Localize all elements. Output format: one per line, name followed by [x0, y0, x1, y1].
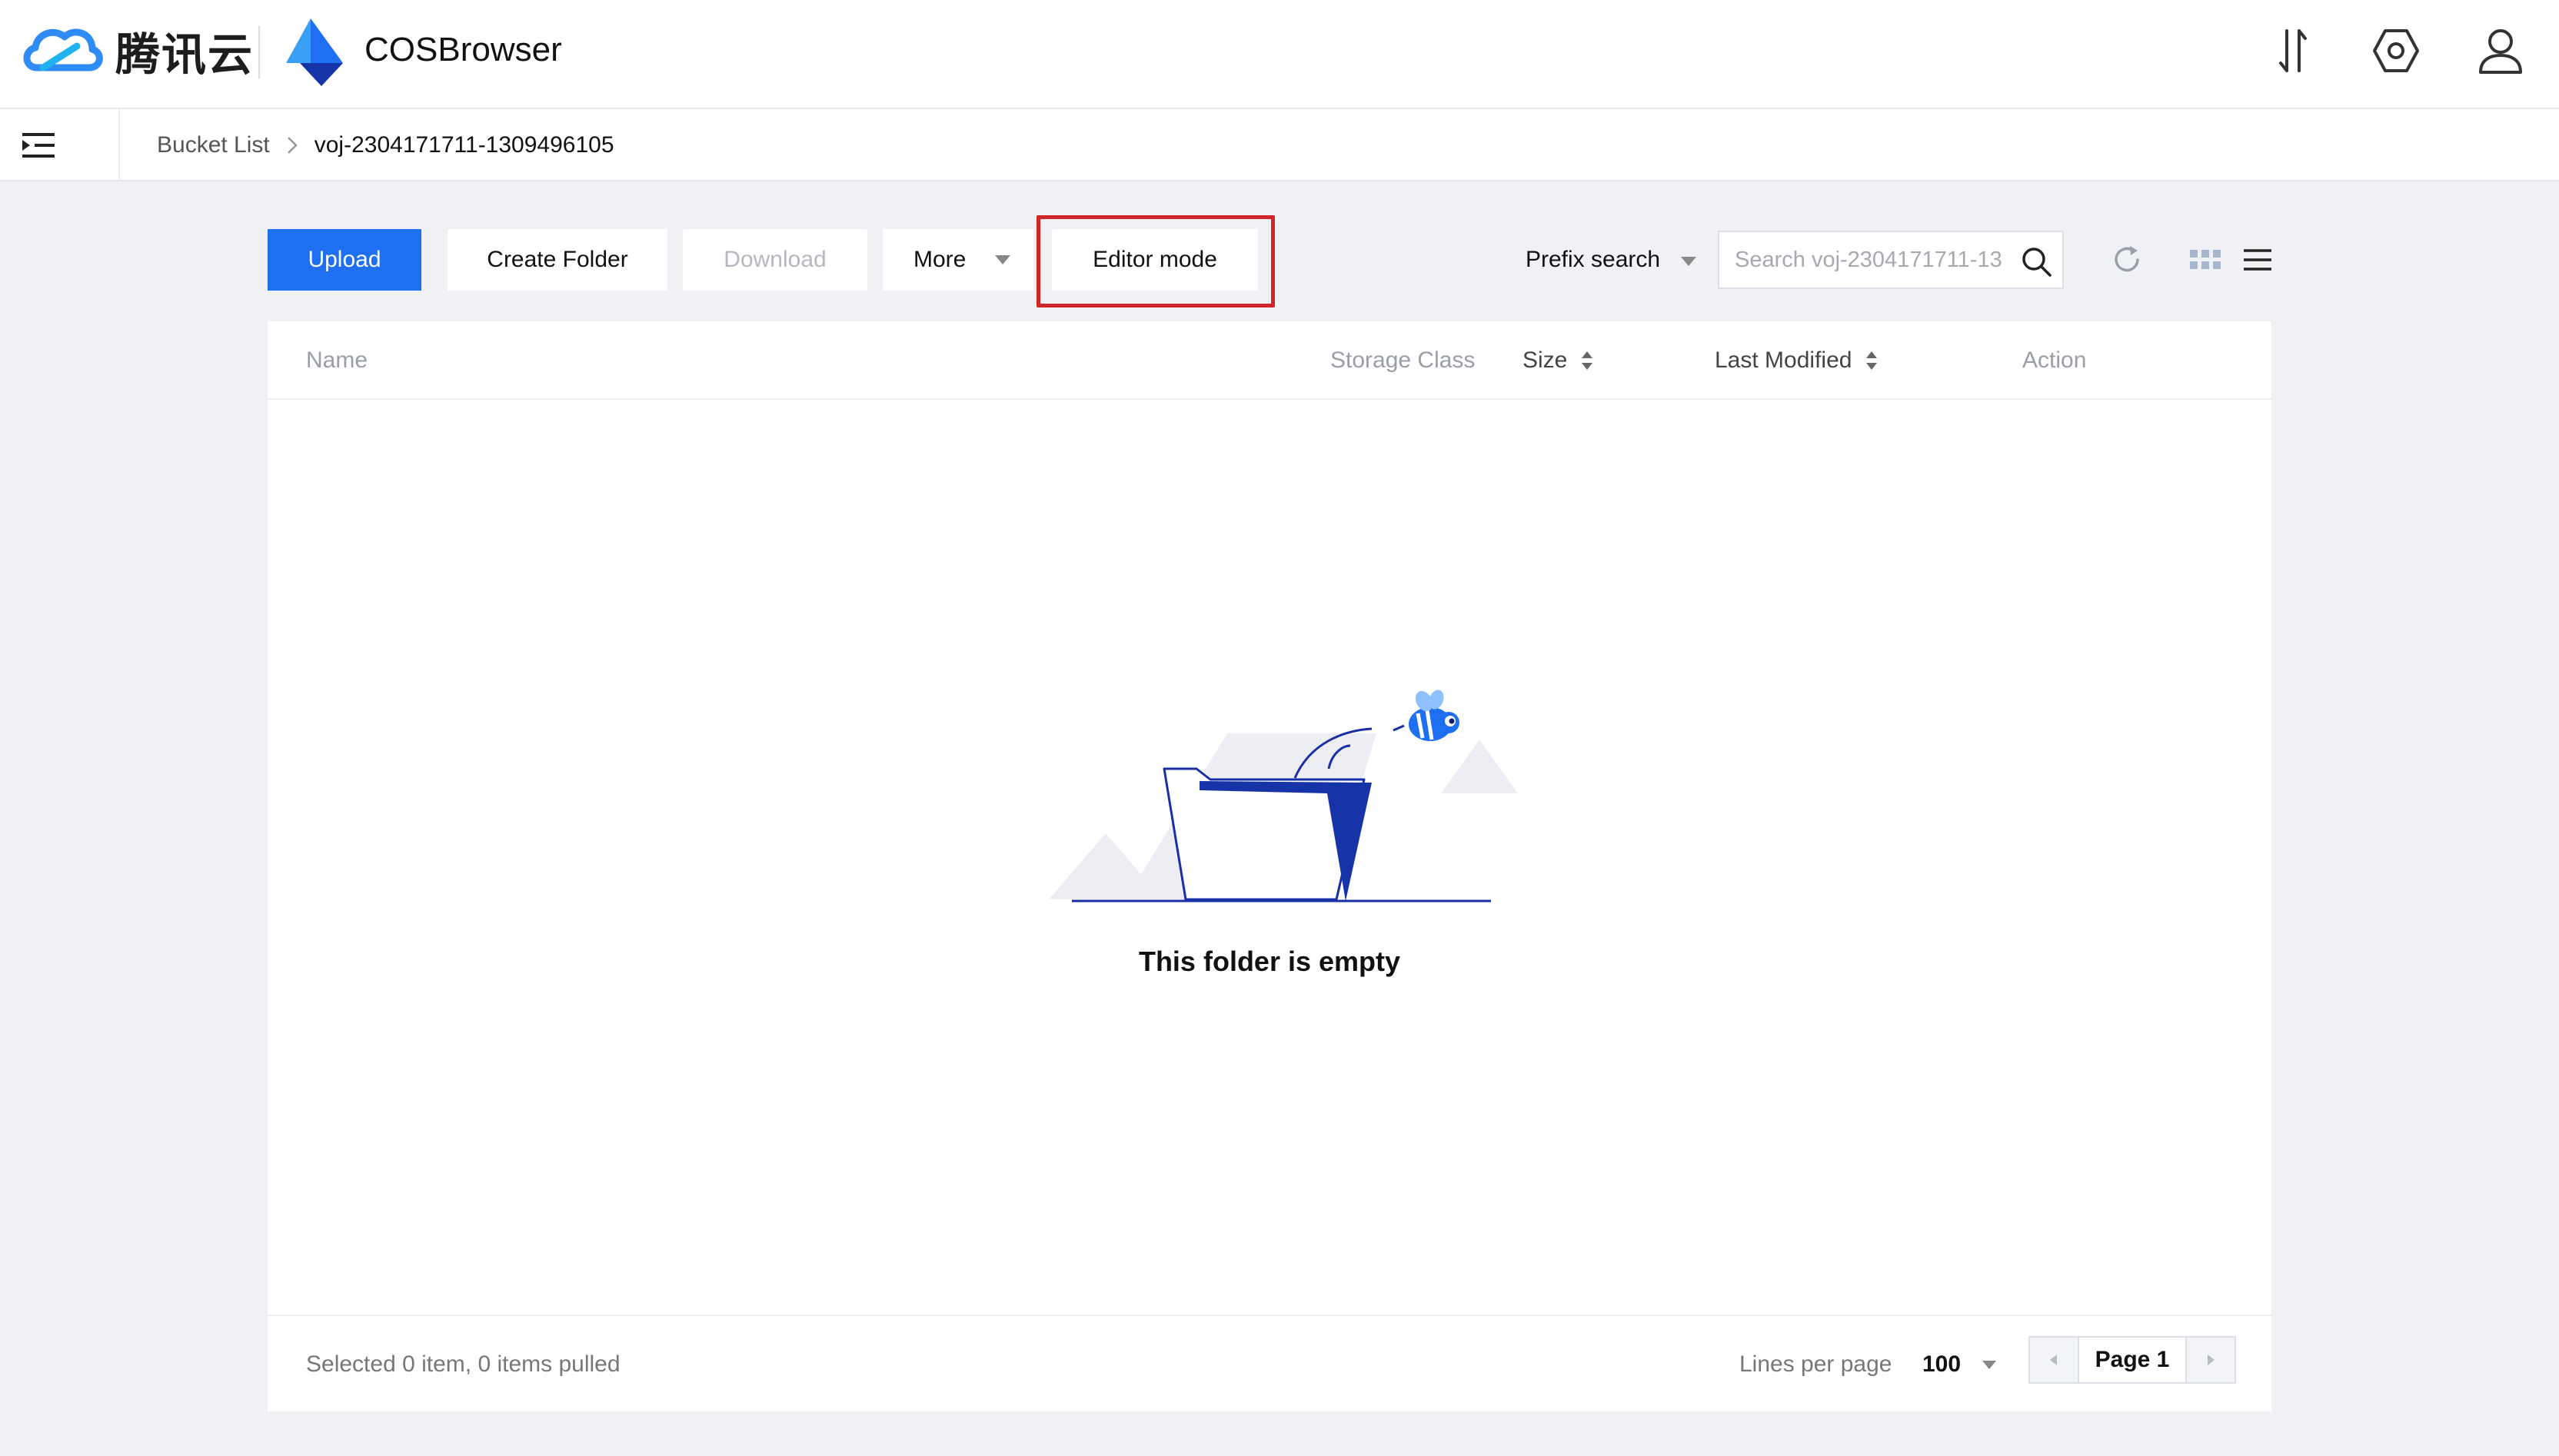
caret-down-icon [995, 255, 1010, 264]
column-size-label: Size [1522, 347, 1568, 373]
next-page-button[interactable] [2187, 1338, 2235, 1382]
app-header: 腾讯云 COSBrowser [0, 0, 2559, 109]
upload-button[interactable]: Upload [268, 229, 421, 291]
caret-down-icon [1982, 1361, 1996, 1369]
caret-down-icon [1681, 257, 1696, 266]
table-header: Name Storage Class Size Last Modified Ac… [268, 321, 2271, 400]
sort-icon [1866, 351, 1878, 370]
file-table: Name Storage Class Size Last Modified Ac… [268, 321, 2271, 1411]
breadcrumb-divider [118, 109, 120, 181]
pagination: Page 1 [2028, 1336, 2236, 1384]
lines-per-page-select[interactable]: 100 [1916, 1338, 2007, 1391]
empty-folder-illustration [1049, 690, 1518, 903]
more-label: More [913, 247, 967, 272]
editor-mode-button[interactable]: Editor mode [1052, 229, 1258, 291]
column-last-modified[interactable]: Last Modified [1715, 321, 1878, 400]
column-storage-class: Storage Class [1330, 347, 1476, 373]
breadcrumb-bar: Bucket List voj-2304171711-1309496105 [0, 109, 2559, 181]
cloud-logo-icon [23, 28, 103, 71]
search-icon[interactable] [2019, 244, 2053, 278]
breadcrumb-current-bucket: voj-2304171711-1309496105 [314, 132, 614, 158]
cosbrowser-logo-icon [286, 18, 343, 86]
table-footer: Selected 0 item, 0 items pulled Lines pe… [268, 1315, 2271, 1411]
list-view-icon[interactable] [2235, 237, 2281, 283]
sort-icon [1582, 351, 1593, 370]
transfer-icon[interactable] [2265, 23, 2321, 78]
refresh-icon[interactable] [2104, 237, 2150, 283]
settings-icon[interactable] [2368, 23, 2424, 78]
column-name: Name [306, 347, 368, 373]
search-input[interactable] [1735, 247, 2027, 273]
download-button[interactable]: Download [683, 229, 867, 291]
sidebar-toggle-icon[interactable] [17, 126, 60, 165]
current-page: Page 1 [2078, 1338, 2187, 1382]
bee-icon [1393, 690, 1459, 741]
search-mode-select[interactable]: Prefix search [1507, 229, 1707, 291]
column-size[interactable]: Size [1522, 321, 1593, 400]
search-mode-label: Prefix search [1526, 247, 1661, 272]
create-folder-button[interactable]: Create Folder [448, 229, 667, 291]
empty-state-text: This folder is empty [1138, 946, 1401, 977]
previous-page-button[interactable] [2030, 1338, 2078, 1382]
search-box [1718, 231, 2064, 289]
lines-per-page-value: 100 [1922, 1351, 1962, 1377]
chevron-right-icon [287, 136, 298, 155]
column-last-modified-label: Last Modified [1715, 347, 1852, 373]
selection-status: Selected 0 item, 0 items pulled [306, 1351, 621, 1377]
breadcrumb: Bucket List voj-2304171711-1309496105 [157, 109, 614, 181]
caret-right-icon [2208, 1355, 2215, 1365]
column-action: Action [2022, 347, 2087, 373]
app-name: COSBrowser [364, 31, 562, 68]
user-icon[interactable] [2473, 23, 2528, 78]
caret-left-icon [2050, 1355, 2057, 1365]
header-divider [258, 26, 260, 78]
tencent-cloud-logo: 腾讯云 [20, 20, 254, 81]
lines-per-page-label: Lines per page [1739, 1351, 1892, 1377]
grid-view-icon[interactable] [2182, 237, 2228, 283]
more-dropdown[interactable]: More [883, 229, 1033, 291]
breadcrumb-bucket-list[interactable]: Bucket List [157, 132, 270, 158]
brand-name: 腾讯云 [115, 30, 255, 80]
